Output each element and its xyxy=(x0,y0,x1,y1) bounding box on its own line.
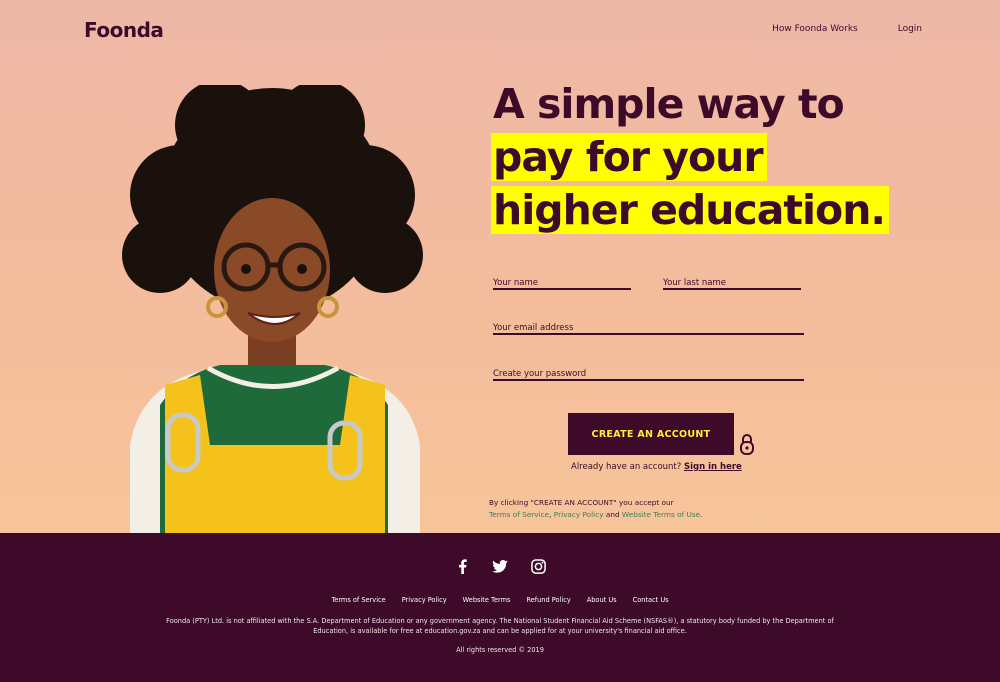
footer-link-terms[interactable]: Terms of Service xyxy=(331,596,385,604)
terms-and: and xyxy=(605,510,620,519)
first-name-field xyxy=(493,270,631,290)
create-account-button[interactable]: CREATE AN ACCOUNT xyxy=(568,413,734,455)
footer-links: Terms of Service Privacy Policy Website … xyxy=(0,596,1000,604)
privacy-policy-link[interactable]: Privacy Policy xyxy=(554,510,604,519)
signin-link[interactable]: Sign in here xyxy=(684,462,742,472)
headline-line-2: pay for your xyxy=(491,133,767,181)
first-name-input[interactable] xyxy=(493,272,631,288)
last-name-input[interactable] xyxy=(663,272,801,288)
footer: Terms of Service Privacy Policy Website … xyxy=(0,533,1000,682)
lock-icon xyxy=(740,434,754,455)
signin-prompt: Already have an account? xyxy=(571,462,682,472)
footer-link-website-terms[interactable]: Website Terms xyxy=(463,596,511,604)
website-terms-link[interactable]: Website Terms of Use xyxy=(622,510,700,519)
terms-end: . xyxy=(700,510,703,519)
hero-headline: A simple way to pay for your higher educ… xyxy=(491,78,889,237)
twitter-icon[interactable] xyxy=(492,558,508,574)
instagram-icon[interactable] xyxy=(530,558,546,574)
terms-intro: By clicking "CREATE AN ACCOUNT" you acce… xyxy=(489,498,674,507)
nav-login[interactable]: Login xyxy=(898,24,922,34)
footer-link-refund[interactable]: Refund Policy xyxy=(526,596,570,604)
student-photo xyxy=(122,85,423,533)
password-field xyxy=(493,361,804,381)
foonda-logo[interactable]: Foonda xyxy=(84,18,164,42)
last-name-field xyxy=(663,270,801,290)
top-nav: How Foonda Works Login xyxy=(772,24,922,34)
nav-how-it-works[interactable]: How Foonda Works xyxy=(772,24,858,34)
headline-line-1: A simple way to xyxy=(493,80,845,128)
terms-of-service-link[interactable]: Terms of Service xyxy=(489,510,549,519)
terms-comma: , xyxy=(549,510,552,519)
copyright: All rights reserved © 2019 xyxy=(456,646,544,654)
footer-link-about[interactable]: About Us xyxy=(587,596,617,604)
email-input[interactable] xyxy=(493,317,804,333)
social-links xyxy=(0,558,1000,574)
facebook-icon[interactable] xyxy=(454,558,470,574)
footer-link-privacy[interactable]: Privacy Policy xyxy=(402,596,447,604)
footer-link-contact[interactable]: Contact Us xyxy=(633,596,669,604)
headline-line-3: higher education. xyxy=(491,186,889,234)
footer-disclaimer: Foonda (PTY) Ltd. is not affiliated with… xyxy=(166,617,834,635)
password-input[interactable] xyxy=(493,363,804,379)
signin-row: Already have an account? Sign in here xyxy=(571,462,742,472)
email-field xyxy=(493,315,804,335)
terms-notice: By clicking "CREATE AN ACCOUNT" you acce… xyxy=(489,497,702,521)
hero-section: Foonda How Foonda Works Login A simple w… xyxy=(0,0,1000,533)
